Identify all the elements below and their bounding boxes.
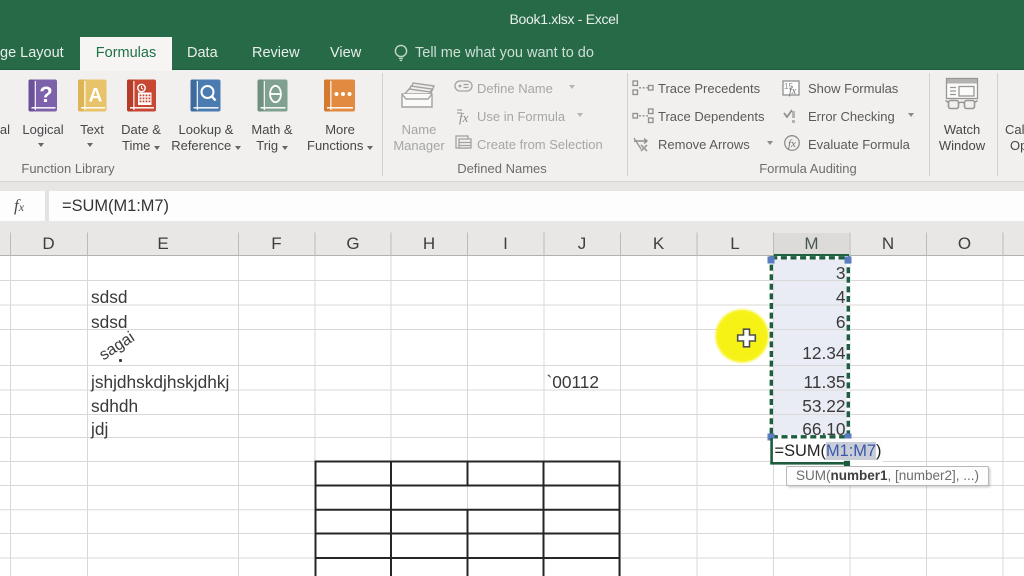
- svg-text:fx: fx: [789, 86, 797, 97]
- svg-text:fx: fx: [459, 110, 469, 125]
- svg-text:?: ?: [39, 82, 52, 107]
- svg-text:fx: fx: [788, 138, 796, 150]
- svg-text:A: A: [89, 86, 103, 107]
